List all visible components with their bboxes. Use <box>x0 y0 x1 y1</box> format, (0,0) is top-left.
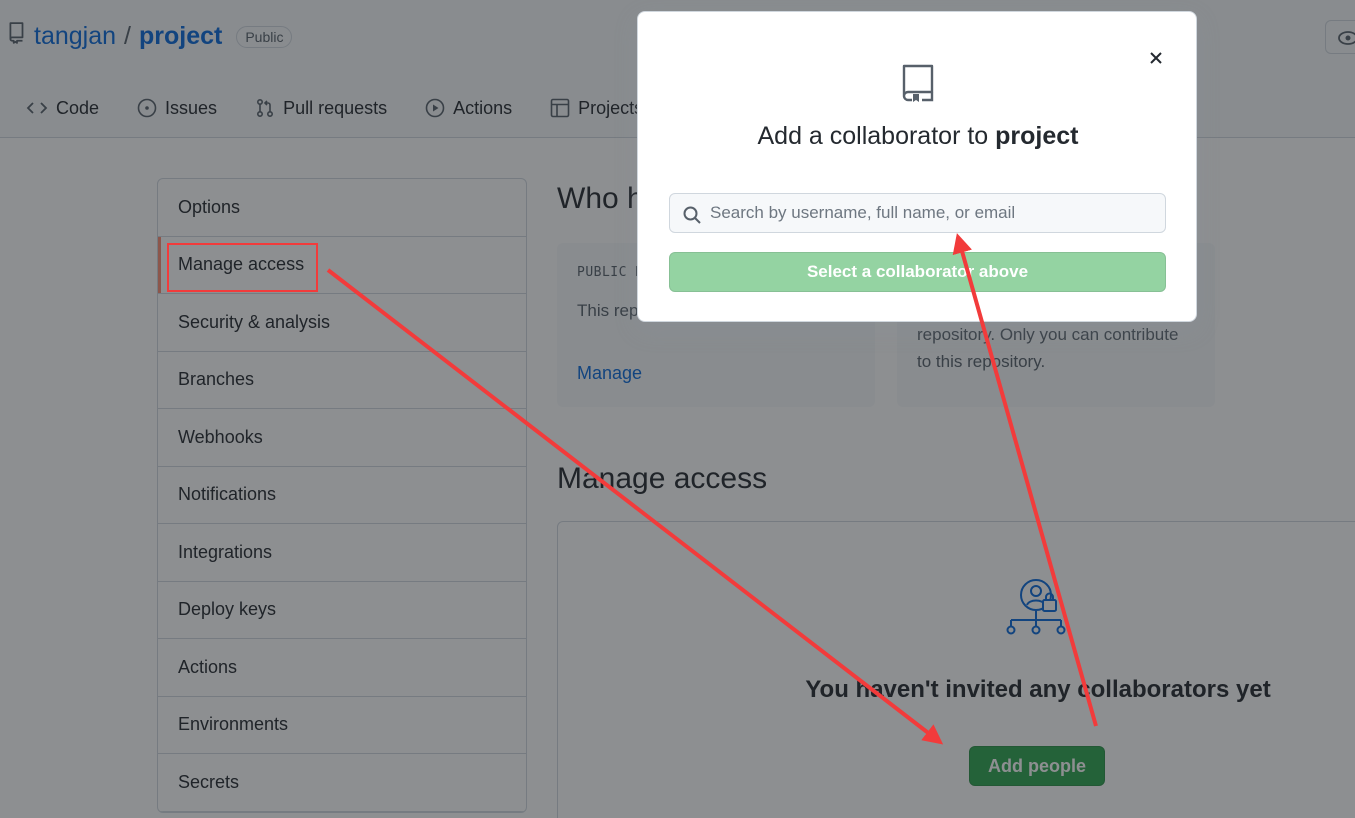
repo-icon <box>902 64 934 102</box>
search-icon <box>683 206 701 224</box>
add-collaborator-dialog: Add a collaborator to project Select a c… <box>637 11 1197 322</box>
collaborator-search <box>669 193 1166 233</box>
collaborator-search-input[interactable] <box>710 194 1160 232</box>
annotation-highlight-box <box>167 243 318 292</box>
dialog-title-repo: project <box>995 122 1079 150</box>
dialog-title: Add a collaborator to project <box>638 122 1198 151</box>
close-icon <box>1150 52 1162 64</box>
select-collaborator-button[interactable]: Select a collaborator above <box>669 252 1166 292</box>
dialog-title-prefix: Add a collaborator to <box>757 122 989 150</box>
close-dialog-button[interactable] <box>1144 46 1168 70</box>
